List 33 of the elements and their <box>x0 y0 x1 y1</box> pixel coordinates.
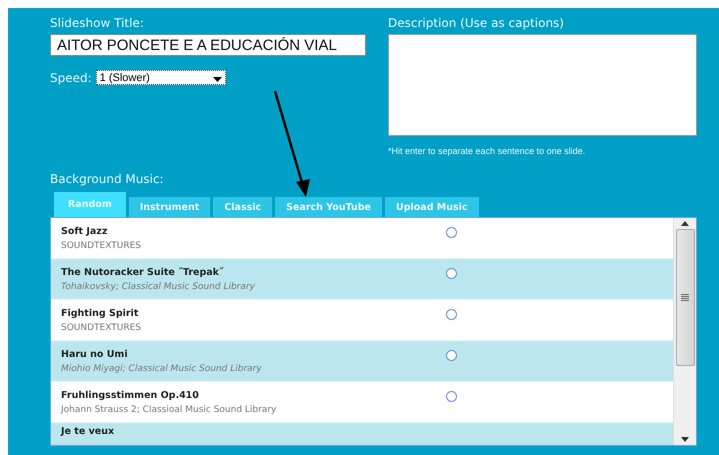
track-artist: Miohio Miyagi; Classical Music Sound Library <box>61 364 263 374</box>
track-title: Haru no Umi <box>61 348 129 360</box>
dropdown-caret-icon <box>212 77 222 82</box>
scrollbar[interactable] <box>673 218 696 445</box>
slideshow-title-label: Slideshow Title: <box>50 16 145 30</box>
track-artist: Johann Strauss 2; Classioal Music Sound Library <box>61 404 278 414</box>
scroll-down-icon[interactable] <box>681 437 689 442</box>
track-radio[interactable] <box>446 226 457 238</box>
description-text-area[interactable] <box>388 34 697 136</box>
track-title: Je te veux <box>61 426 116 437</box>
track-title: Fighting Spirit <box>61 308 140 318</box>
track-artist: SOUNDTEXTURES <box>61 240 142 250</box>
track-artist: Tohaikovsky; Classical Music Sound Library <box>61 282 256 292</box>
track-radio[interactable] <box>446 390 457 402</box>
track-title: Soft Jazz <box>61 226 108 236</box>
speed-label: Speed: <box>50 70 92 84</box>
track-radio[interactable] <box>446 308 457 320</box>
track-row[interactable]: Haru no Umi Miohio Miyagi; Classical Music Sound Library <box>51 341 673 382</box>
track-title: The Nutoracker Suite ˝Trepak˝ <box>61 266 225 278</box>
scroll-thumb[interactable] <box>676 229 694 366</box>
track-radio[interactable] <box>446 350 457 360</box>
track-title: Fruhlingsstimmen Op.410 <box>61 390 200 400</box>
grip-icon <box>681 294 689 301</box>
track-row[interactable]: The Nutoracker Suite ˝Trepak˝ Tohaikovsky; Classical Music Sound Library <box>51 259 673 300</box>
description-hint: *Hit enter to separate each sentence to one slide. <box>388 146 586 156</box>
scroll-up-icon[interactable] <box>681 221 689 226</box>
track-radio[interactable] <box>446 268 457 278</box>
background-music-label: Background Music: <box>50 172 165 186</box>
track-row[interactable]: Je te veux <box>51 423 673 445</box>
track-artist: SOUNDTEXTURES <box>61 322 142 332</box>
speed-dropdown[interactable]: 1 (Slower) <box>96 70 226 85</box>
description-label: Description (Use as captions) <box>388 16 565 30</box>
title-input-field[interactable]: AITOR PONCETE E A EDUCACIÓN VIAL <box>50 34 366 56</box>
